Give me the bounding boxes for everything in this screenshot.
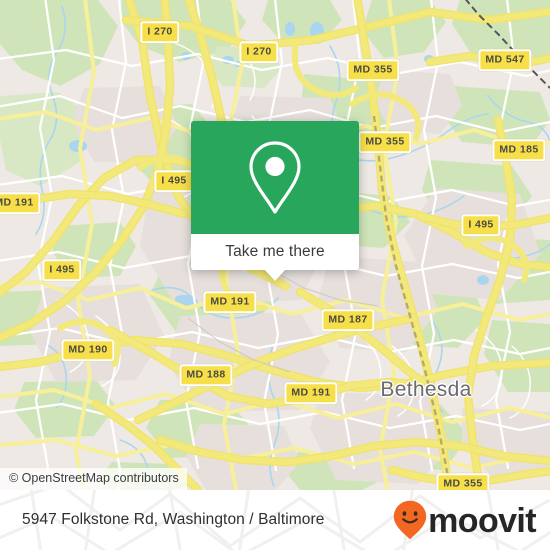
footer-bar: 5947 Folkstone Rd, Washington / Baltimor… <box>0 490 550 550</box>
road-shield: I 270 <box>140 21 180 43</box>
place-label-bethesda: Bethesda <box>380 378 472 401</box>
callout-pointer-tail <box>264 269 286 281</box>
osm-attribution[interactable]: © OpenStreetMap contributors <box>0 468 187 490</box>
callout-footer[interactable]: Take me there <box>191 234 359 270</box>
road-shield: MD 187 <box>321 309 375 331</box>
road-shield: MD 547 <box>478 49 532 71</box>
address-label: 5947 Folkstone Rd, Washington / Baltimor… <box>22 511 325 528</box>
road-shield: I 270 <box>239 41 279 63</box>
moovit-brand[interactable]: moovit <box>393 500 537 540</box>
location-callout-card[interactable]: Take me there <box>191 121 359 281</box>
callout-header <box>191 121 359 234</box>
map-screenshot: .park { fill:#cfe5b9; } .park2 { fill:#d… <box>0 0 550 550</box>
road-shield: MD 190 <box>61 339 115 361</box>
road-shield: MD 188 <box>179 364 233 386</box>
road-shield: MD 191 <box>0 192 41 214</box>
road-shield: MD 355 <box>346 59 400 81</box>
road-shield: MD 355 <box>358 131 412 153</box>
moovit-wordmark: moovit <box>428 502 536 540</box>
moovit-pin-smiley-icon <box>393 500 427 540</box>
road-shield: I 495 <box>42 259 82 281</box>
road-shield: MD 191 <box>284 382 338 404</box>
map-canvas[interactable]: .park { fill:#cfe5b9; } .park2 { fill:#d… <box>0 0 550 490</box>
take-me-there-label: Take me there <box>225 243 325 260</box>
road-shield: I 495 <box>154 170 194 192</box>
location-pin-icon <box>249 140 301 214</box>
road-shield: MD 355 <box>436 473 490 490</box>
road-shield: MD 191 <box>203 291 257 313</box>
road-shield: I 495 <box>461 214 501 236</box>
road-shield: MD 185 <box>492 139 546 161</box>
